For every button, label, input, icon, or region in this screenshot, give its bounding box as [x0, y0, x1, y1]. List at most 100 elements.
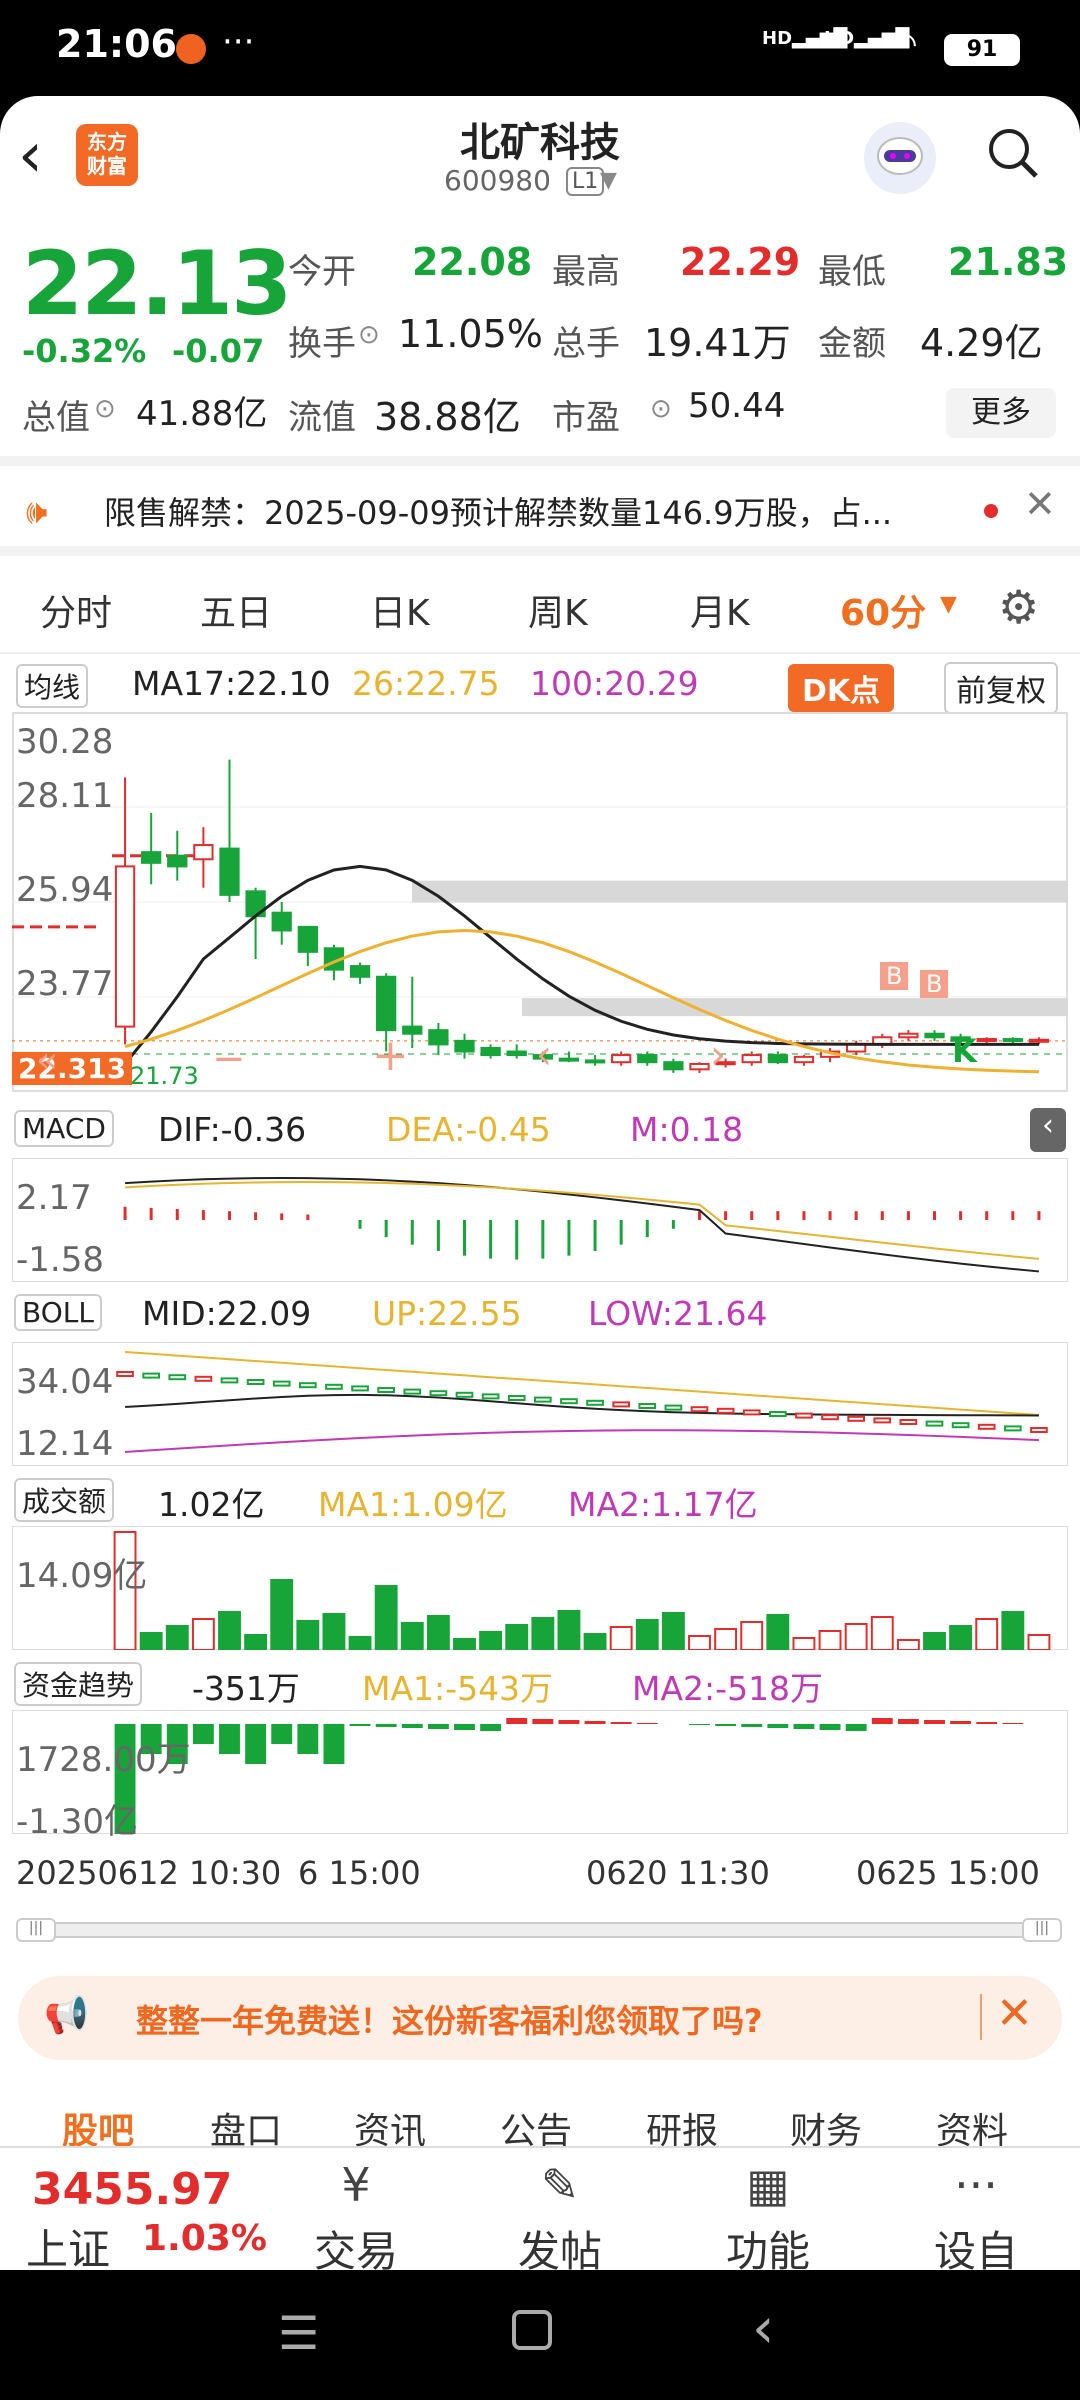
- fund-bar: [636, 1723, 658, 1724]
- volume-bar: [426, 1615, 450, 1650]
- candle: [611, 1054, 632, 1064]
- chevron-down-icon[interactable]: ▼: [600, 168, 617, 193]
- price-tag: 22.313: [12, 1052, 133, 1085]
- boll-candle: [1030, 1427, 1048, 1433]
- volume-bar: [191, 1618, 215, 1650]
- info-icon[interactable]: ⊙: [94, 394, 116, 424]
- boll-candle: [351, 1385, 369, 1392]
- notification-app-icon: [176, 34, 206, 64]
- dk-point-button[interactable]: DK点: [788, 664, 895, 712]
- macd-selector[interactable]: MACD: [14, 1110, 114, 1147]
- boll-chart[interactable]: [12, 1342, 1068, 1466]
- range-scrollbar[interactable]: [16, 1922, 1062, 1938]
- tab-day-k[interactable]: 日K: [370, 584, 430, 636]
- zoom-out-icon[interactable]: −: [212, 1036, 246, 1082]
- volume-selector[interactable]: 成交额: [14, 1478, 115, 1522]
- home-icon[interactable]: [512, 2310, 552, 2350]
- info-icon[interactable]: ⊙: [650, 394, 672, 424]
- volume-bar: [400, 1622, 424, 1650]
- last-price: 22.13: [22, 232, 292, 335]
- fund-bar: [897, 1719, 919, 1724]
- boll-candle: [1004, 1425, 1022, 1432]
- boll-candle: [769, 1411, 787, 1417]
- fund-bar: [1002, 1723, 1024, 1724]
- candle: [480, 1046, 501, 1057]
- candle: [1028, 1038, 1050, 1043]
- unlock-notice[interactable]: 🕪 限售解禁：2025-09-09预计解禁数量146.9万股，占... ✕: [0, 466, 1080, 556]
- search-icon[interactable]: [986, 126, 1040, 180]
- boll-candle: [873, 1417, 892, 1424]
- collapse-panel-icon[interactable]: ‹: [1030, 1108, 1066, 1152]
- gear-icon[interactable]: ⚙: [998, 580, 1039, 634]
- index-percent[interactable]: 1.03%: [142, 2218, 267, 2259]
- tab-five-day[interactable]: 五日: [200, 584, 272, 636]
- fund-bar: [767, 1724, 789, 1728]
- boll-candle: [664, 1404, 683, 1411]
- turnover-value: 11.05%: [398, 312, 543, 356]
- volume-bar: [165, 1625, 189, 1650]
- zoom-in-icon[interactable]: +: [372, 1030, 409, 1081]
- volume-bar: [244, 1634, 268, 1650]
- index-name[interactable]: 上证: [26, 2216, 110, 2277]
- volume-bar: [818, 1630, 842, 1650]
- tab-week-k[interactable]: 周K: [528, 584, 588, 636]
- volume-bar: [583, 1633, 607, 1650]
- scroll-handle-left[interactable]: |||: [16, 1918, 56, 1942]
- scroll-prev-icon[interactable]: ‹: [536, 1032, 552, 1078]
- k-mark[interactable]: K: [952, 1032, 977, 1070]
- fund-bar: [871, 1718, 893, 1724]
- pe-value: 50.44: [688, 386, 786, 426]
- pe-label: 市盈: [552, 398, 620, 438]
- candle: [271, 911, 292, 932]
- scroll-left-icon[interactable]: «: [36, 1040, 58, 1081]
- fund-bar: [819, 1724, 841, 1730]
- fund-bar: [532, 1719, 554, 1724]
- volume-bar: [661, 1612, 685, 1650]
- info-icon[interactable]: ⊙: [358, 320, 380, 350]
- index-value[interactable]: 3455.97: [32, 2164, 232, 2215]
- volume-bar: [1001, 1611, 1025, 1650]
- volume-bar: [322, 1613, 346, 1650]
- fund-selector[interactable]: 资金趋势: [14, 1662, 143, 1706]
- boll-selector[interactable]: BOLL: [14, 1294, 102, 1331]
- buy-mark[interactable]: B: [920, 970, 949, 998]
- low-band-value: LOW:21.64: [588, 1294, 768, 1333]
- scroll-next-icon[interactable]: ›: [710, 1032, 726, 1078]
- status-time: 21:06: [56, 22, 177, 66]
- close-icon[interactable]: ✕: [996, 1988, 1033, 2039]
- promo-banner[interactable]: 📢 整整一年免费送！这份新客福利您领取了吗? ✕: [18, 1976, 1062, 2060]
- buy-mark[interactable]: B: [880, 962, 909, 990]
- promo-text[interactable]: 整整一年免费送！这份新客福利您领取了吗?: [136, 1996, 763, 2042]
- open-label: 今开: [288, 252, 356, 292]
- more-notifications-icon: ···: [222, 22, 255, 62]
- level-badge[interactable]: L1: [566, 167, 605, 196]
- functions-button[interactable]: ▦ 功能: [708, 2158, 828, 2279]
- tab-fenshi[interactable]: 分时: [40, 584, 112, 636]
- volume-chart[interactable]: [12, 1526, 1068, 1650]
- ma-selector[interactable]: 均线: [16, 664, 89, 708]
- tab-month-k[interactable]: 月K: [690, 584, 750, 636]
- close-icon[interactable]: ✕: [1024, 482, 1056, 526]
- fund-ma2: MA2:-518万: [632, 1669, 824, 1708]
- fund-bar: [610, 1722, 632, 1724]
- x-label: 0625 15:00: [856, 1854, 1040, 1892]
- x-label: 20250612 10:30: [16, 1854, 282, 1892]
- back-nav-icon[interactable]: ‹: [752, 2296, 774, 2361]
- volume-bar: [139, 1632, 163, 1650]
- notice-text[interactable]: 限售解禁：2025-09-09预计解禁数量146.9万股，占...: [104, 488, 974, 534]
- candle: [297, 925, 318, 953]
- trade-button[interactable]: ¥ 交易: [296, 2158, 416, 2279]
- post-button[interactable]: ✎ 发帖: [500, 2158, 620, 2279]
- yuan-icon: ¥: [341, 2158, 371, 2212]
- boll-candle: [690, 1406, 709, 1413]
- chevron-down-icon[interactable]: ▼: [940, 592, 957, 617]
- scroll-handle-right[interactable]: |||: [1022, 1918, 1062, 1942]
- tab-60min[interactable]: 60分: [840, 584, 926, 636]
- menu-icon[interactable]: ☰: [278, 2306, 319, 2360]
- macd-chart[interactable]: [12, 1158, 1068, 1282]
- assistant-robot-icon[interactable]: [864, 122, 936, 194]
- fq-button[interactable]: 前复权: [944, 662, 1058, 714]
- more-button[interactable]: 更多: [946, 388, 1056, 438]
- macd-lo: -1.58: [16, 1240, 104, 1280]
- fund-hi: 1728.00万: [16, 1740, 191, 1780]
